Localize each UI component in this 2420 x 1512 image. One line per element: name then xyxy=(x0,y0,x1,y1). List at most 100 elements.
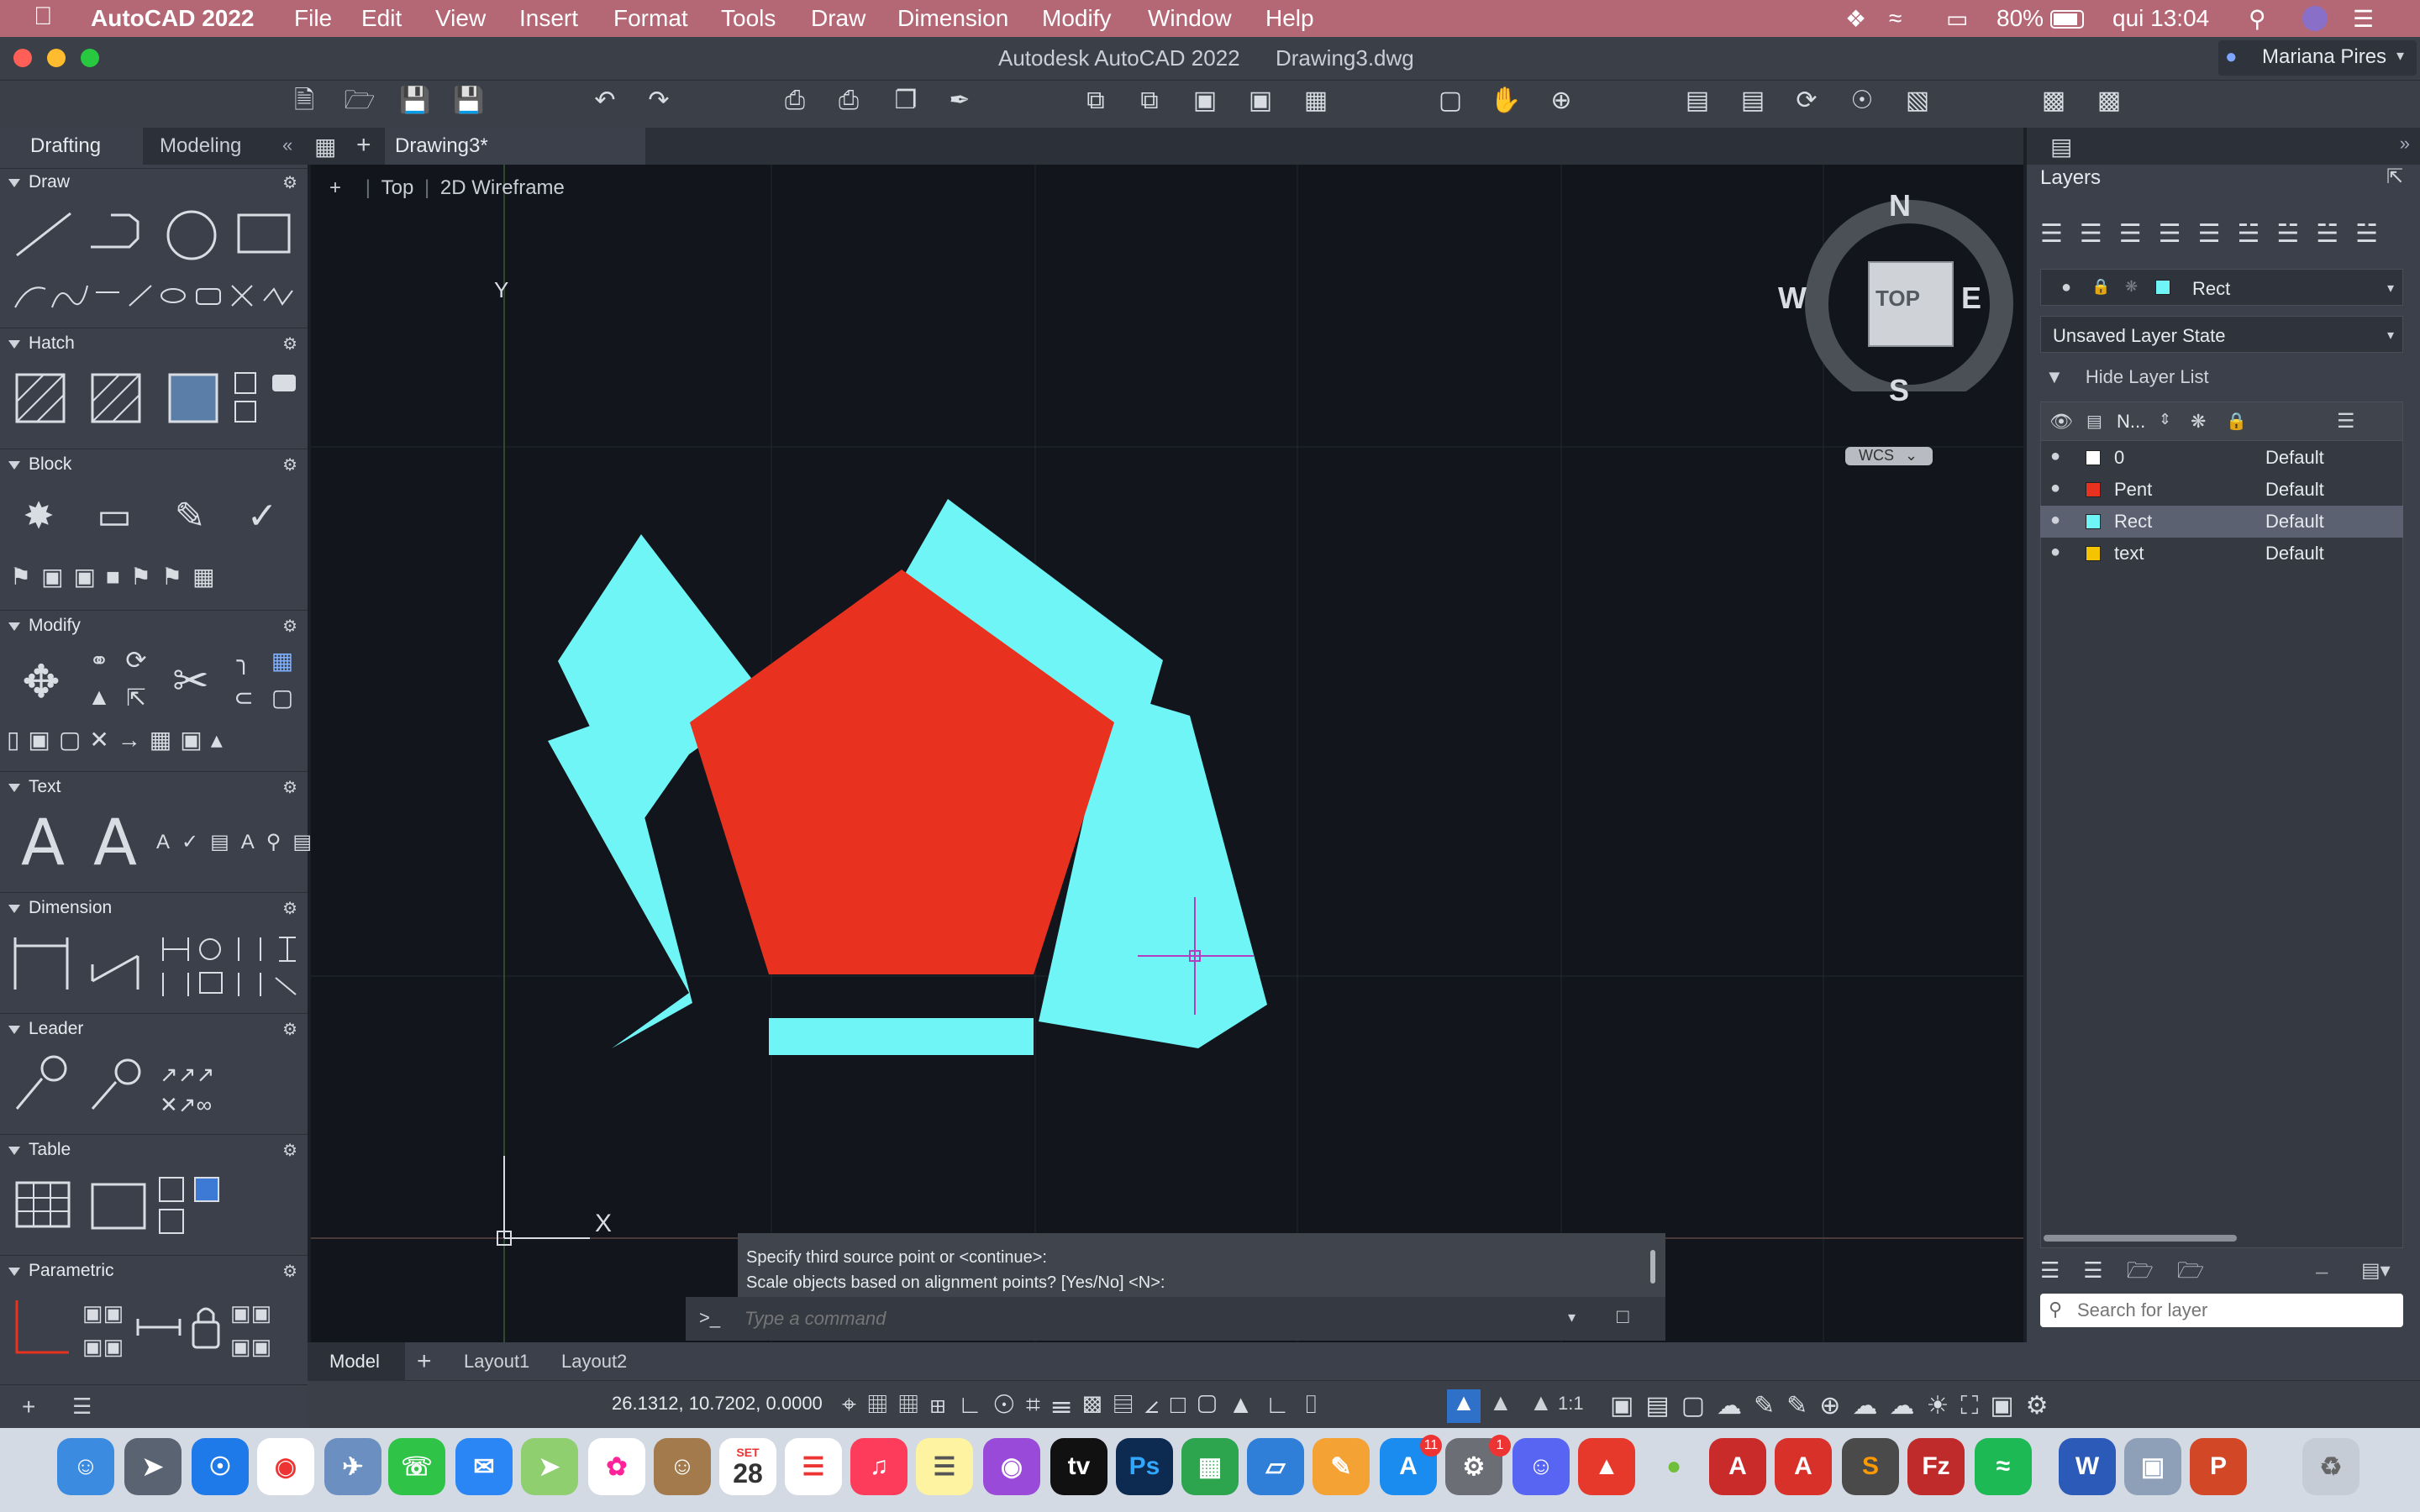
drawing-canvas[interactable]: Y X + | Top | 2D Wireframe N S E W TOP W… xyxy=(311,165,2023,1342)
gear-icon[interactable]: ⚙ xyxy=(282,898,297,919)
properties-icon[interactable]: ▤ xyxy=(1681,84,1714,118)
save-icon[interactable]: 💾 xyxy=(398,84,432,118)
aligned-dimension-icon[interactable] xyxy=(91,954,139,990)
collapse-triangle-icon[interactable] xyxy=(8,340,20,349)
web-mobile-icon[interactable]: ▣ xyxy=(1244,84,1277,118)
collapse-triangle-icon[interactable] xyxy=(8,461,20,470)
gear-icon[interactable]: ⚙ xyxy=(282,454,297,475)
block-attribute-tools-icon[interactable]: ⚑▣▣■⚑⚑▦ xyxy=(10,561,296,591)
image-capture-icon[interactable]: ▣ xyxy=(2124,1438,2181,1495)
apple-tv-icon[interactable]: tv xyxy=(1050,1438,1107,1495)
remove-leader-icon[interactable]: ✕↗∞ xyxy=(160,1092,212,1117)
model-space[interactable] xyxy=(311,165,2023,1342)
collapse-icon[interactable]: – xyxy=(2316,1258,2328,1284)
collapse-triangle-icon[interactable] xyxy=(8,784,20,792)
gear-icon[interactable]: ⚙ xyxy=(282,1140,297,1161)
trim-icon[interactable]: ✂ xyxy=(161,652,220,711)
visual-style-label[interactable]: 2D Wireframe xyxy=(440,176,565,199)
share-icon[interactable]: ▣ xyxy=(1188,84,1222,118)
dimensional-constraint-icon[interactable] xyxy=(136,1319,182,1336)
tab-layout1[interactable]: Layout1 xyxy=(464,1351,529,1373)
name-column-header[interactable]: N... xyxy=(2117,411,2145,433)
gear-icon[interactable]: ⚙ xyxy=(282,1261,297,1282)
attribute-icon[interactable]: ✓ xyxy=(237,491,287,541)
freeze-column-icon[interactable]: ❋ xyxy=(2191,411,2206,433)
menu-modify[interactable]: Modify xyxy=(1042,5,1111,32)
visibility-icon[interactable]: ● xyxy=(2050,543,2060,562)
layer-list-scrollbar[interactable] xyxy=(2044,1235,2237,1242)
layer-search-input[interactable] xyxy=(2077,1297,2396,1324)
undock-icon[interactable]: ⇱ xyxy=(2386,165,2403,189)
radius-dimension-icon[interactable] xyxy=(199,938,221,960)
color-column-icon[interactable]: ▤ xyxy=(2086,411,2102,432)
menu-icon[interactable]: ☰ xyxy=(72,1394,92,1420)
layer-row-selected[interactable]: ● Rect Default xyxy=(2040,506,2403,538)
apple-icon[interactable]:  xyxy=(34,3,53,31)
battery-icon[interactable] xyxy=(2050,10,2084,29)
visibility-icon[interactable]: ● xyxy=(2050,447,2060,466)
layer-color-swatch[interactable] xyxy=(2086,450,2101,465)
viewport-menu-button[interactable]: + xyxy=(329,176,341,199)
collapse-triangle-icon[interactable] xyxy=(8,905,20,913)
table-icon[interactable] xyxy=(15,1181,71,1228)
add-layout-icon[interactable]: + xyxy=(417,1347,432,1376)
sketchup-icon[interactable]: ▲ xyxy=(1578,1438,1635,1495)
photos-icon[interactable]: ✿ xyxy=(588,1438,645,1495)
auto-scale-icon[interactable]: ▲ xyxy=(1489,1389,1512,1416)
wifi-icon[interactable]: ≈ xyxy=(1889,5,1902,32)
status-tools-icon[interactable]: ▣▤▢☁✎✎⊕☁☁☀⛶▣⚙ xyxy=(1610,1386,2420,1425)
collapse-triangle-icon[interactable] xyxy=(8,179,20,187)
rectangle-tool-icon[interactable] xyxy=(237,213,291,254)
menu-help[interactable]: Help xyxy=(1265,5,1314,32)
share-command-icon[interactable]: □ xyxy=(1617,1305,1629,1329)
tab-drawing3[interactable]: Drawing3* xyxy=(385,128,645,165)
tab-modeling[interactable]: Modeling xyxy=(143,128,277,165)
menu-edit[interactable]: Edit xyxy=(361,5,402,32)
3d-box-icon[interactable]: ▢ xyxy=(267,682,297,712)
calendar-icon[interactable]: SET 28 xyxy=(719,1438,776,1495)
move-icon[interactable]: ✥ xyxy=(12,652,71,711)
annotation-scale-value[interactable]: 1:1 xyxy=(1558,1393,1584,1415)
preview-icon[interactable]: ✈ xyxy=(324,1438,381,1495)
table-style-icon[interactable] xyxy=(194,1177,219,1202)
pan-hand-icon[interactable]: ✋ xyxy=(1489,84,1523,118)
safari-icon[interactable]: ☉ xyxy=(192,1438,249,1495)
compare-icon[interactable]: ▩ xyxy=(2092,84,2126,118)
visibility-icon[interactable]: ● xyxy=(2050,479,2060,498)
green-app-icon[interactable]: ● xyxy=(1645,1438,1702,1495)
constraint-settings-icon[interactable]: ▣▣ xyxy=(230,1300,271,1326)
ordinate-dimension-icon[interactable] xyxy=(238,937,296,962)
keynote-icon[interactable]: ▱ xyxy=(1247,1438,1304,1495)
polyline-tool-icon[interactable] xyxy=(91,213,139,249)
tab-layout2[interactable]: Layout2 xyxy=(561,1351,627,1373)
annotation-visibility-icon[interactable]: ▲ xyxy=(1447,1389,1481,1423)
tab-model[interactable]: Model xyxy=(308,1342,405,1381)
view-label[interactable]: Top xyxy=(381,176,414,199)
export-icon[interactable]: ⧉ xyxy=(1133,84,1166,118)
data-link-icon[interactable] xyxy=(159,1177,184,1202)
clock[interactable]: qui 13:04 xyxy=(2112,5,2209,32)
render-icon[interactable]: ▩ xyxy=(2037,84,2070,118)
multiline-text-icon[interactable]: A xyxy=(13,805,72,879)
layers-tab-icon[interactable]: ▤ xyxy=(2050,133,2072,160)
menu-tools[interactable]: Tools xyxy=(721,5,776,32)
eye-icon[interactable]: 👁 xyxy=(2049,411,2073,433)
dim-edit-icon[interactable] xyxy=(238,973,297,996)
gear-icon[interactable]: ⚙ xyxy=(282,616,297,637)
layer-row[interactable]: ● Pent Default xyxy=(2040,474,2403,506)
plot-preview-icon[interactable]: ❐ xyxy=(889,84,923,118)
stretch-icon[interactable]: ⇱ xyxy=(118,682,155,712)
new-file-icon[interactable]: 🗎 xyxy=(287,84,321,118)
autocad-icon[interactable]: A xyxy=(1775,1438,1832,1495)
collapse-triangle-icon[interactable] xyxy=(8,622,20,631)
collapse-triangle-icon[interactable] xyxy=(8,1147,20,1155)
single-line-text-icon[interactable]: A xyxy=(86,805,145,879)
lock-drawing-icon[interactable]: ▧ xyxy=(1901,84,1934,118)
app-menu[interactable]: AutoCAD 2022 xyxy=(91,5,254,32)
current-layer-dropdown[interactable]: ● 🔒 ❋ Rect ▾ xyxy=(2040,269,2403,306)
array-icon[interactable]: ▦ xyxy=(267,645,297,675)
rotate-icon[interactable]: ⟳ xyxy=(118,645,155,675)
menu-insert[interactable]: Insert xyxy=(519,5,578,32)
podcasts-icon[interactable]: ◉ xyxy=(983,1438,1040,1495)
layer-tools-icon[interactable]: ☰☰☰☰☰☱☱☱☱ xyxy=(2040,215,2410,252)
